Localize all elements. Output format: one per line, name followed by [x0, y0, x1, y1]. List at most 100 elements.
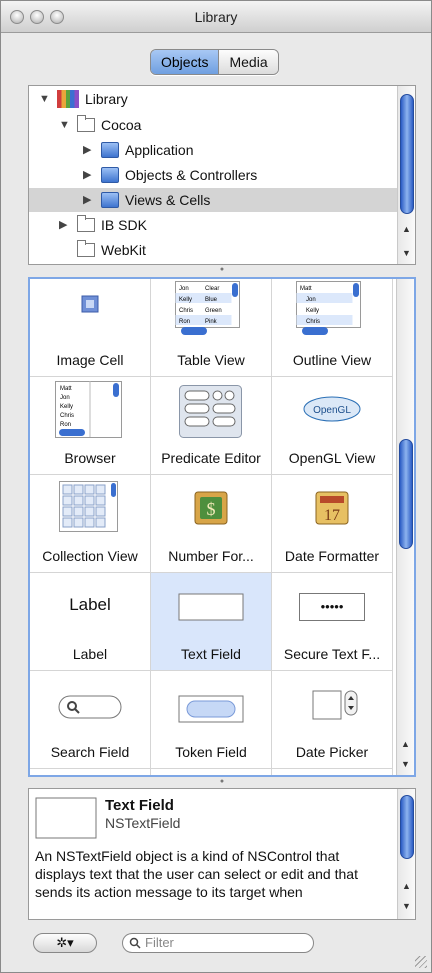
detail-scroll-thumb[interactable]: [400, 795, 414, 859]
object-number-formatter[interactable]: $ Number For...: [151, 475, 272, 573]
svg-text:Jon: Jon: [306, 297, 316, 303]
object-opengl-view[interactable]: OpenGL OpenGL View: [272, 377, 393, 475]
svg-text:Kelly: Kelly: [306, 308, 319, 314]
tree-item-webkit[interactable]: WebKit: [77, 237, 146, 263]
blue-group-icon: [101, 192, 119, 208]
tree-item-library[interactable]: ▼ Library: [39, 86, 128, 112]
object-text-field[interactable]: Text Field: [151, 573, 272, 671]
object-label: Date Formatter: [284, 548, 380, 564]
object-label: Number For...: [168, 548, 254, 564]
svg-text:Chris: Chris: [306, 319, 320, 325]
disclosure-closed-icon[interactable]: ▶: [83, 187, 95, 213]
objects-tab[interactable]: Objects: [151, 50, 219, 74]
outline-view-icon: Matt Jon Kelly Chris: [296, 281, 361, 335]
svg-text:Kelly: Kelly: [60, 404, 73, 410]
object-grid-scroll-thumb[interactable]: [399, 439, 413, 549]
object-label: Outline View: [292, 352, 372, 368]
tree-item-label: Objects & Controllers: [125, 167, 258, 183]
search-icon: [129, 937, 141, 949]
scroll-down-arrow-icon[interactable]: ▼: [398, 899, 415, 913]
folder-icon: [77, 240, 95, 257]
svg-text:Jon: Jon: [60, 395, 70, 401]
tree-scroll-thumb[interactable]: [400, 94, 414, 214]
svg-text:OpenGL: OpenGL: [313, 405, 351, 416]
object-label: Label: [72, 646, 108, 662]
object-table-view[interactable]: Jon Clear Kelly Blue Chris Green Ron Pin…: [151, 279, 272, 377]
tree-item-ib-sdk[interactable]: ▶ IB SDK: [59, 212, 147, 238]
predicate-editor-icon: [179, 385, 242, 438]
tree-item-label: Library: [85, 91, 128, 107]
action-menu-button[interactable]: ✲▾: [33, 933, 97, 953]
blue-group-icon: [101, 142, 119, 158]
image-cell-icon: [81, 295, 99, 313]
object-grid-scrollbar[interactable]: ▲ ▼: [396, 279, 414, 775]
calendar-formatter-icon: 17: [315, 491, 349, 525]
object-collection-view[interactable]: Collection View: [30, 475, 151, 573]
disclosure-closed-icon[interactable]: ▶: [59, 212, 71, 238]
tree-item-label: WebKit: [101, 242, 146, 258]
object-partial-row: [30, 769, 151, 775]
svg-text:Chris: Chris: [60, 413, 74, 419]
object-date-picker[interactable]: Date Picker: [272, 671, 393, 769]
svg-text:Pink: Pink: [205, 319, 218, 325]
table-view-icon: Jon Clear Kelly Blue Chris Green Ron Pin…: [175, 281, 240, 335]
split-handle[interactable]: ●: [28, 778, 416, 785]
object-predicate-editor[interactable]: Predicate Editor: [151, 377, 272, 475]
tree-item-label: IB SDK: [101, 217, 147, 233]
svg-text:Blue: Blue: [205, 297, 218, 303]
scroll-up-arrow-icon[interactable]: ▲: [398, 879, 415, 893]
svg-text:$: $: [207, 499, 216, 519]
label-preview-text: Label: [69, 595, 111, 614]
object-label: Date Picker: [295, 744, 369, 760]
scroll-down-arrow-icon[interactable]: ▼: [397, 757, 414, 771]
object-image-cell[interactable]: Image Cell: [30, 279, 151, 377]
scroll-down-arrow-icon[interactable]: ▼: [398, 246, 415, 260]
gear-icon: ✲▾: [56, 935, 74, 950]
library-window: Library Objects Media ▼ Library ▼ Cocoa …: [0, 0, 432, 973]
svg-text:Green: Green: [205, 308, 222, 314]
svg-text:Jon: Jon: [179, 286, 189, 292]
filter-search-field[interactable]: Filter: [122, 933, 314, 953]
tree-item-objects-controllers[interactable]: ▶ Objects & Controllers: [83, 162, 257, 188]
tree-item-views-cells[interactable]: ▶ Views & Cells: [83, 187, 210, 213]
search-field-icon: [58, 695, 122, 719]
detail-scrollbar[interactable]: ▲ ▼: [397, 789, 415, 919]
tree-item-application[interactable]: ▶ Application: [83, 137, 194, 163]
media-tab[interactable]: Media: [218, 50, 278, 74]
disclosure-closed-icon[interactable]: ▶: [83, 162, 95, 188]
svg-text:Matt: Matt: [60, 386, 72, 392]
disclosure-open-icon[interactable]: ▼: [59, 112, 71, 138]
svg-text:Kelly: Kelly: [179, 297, 192, 303]
resize-grip[interactable]: [415, 956, 427, 968]
tree-item-cocoa[interactable]: ▼ Cocoa: [59, 112, 141, 138]
object-outline-view[interactable]: Matt Jon Kelly Chris Outline View: [272, 279, 393, 377]
tree-item-label: Application: [125, 142, 194, 158]
date-picker-icon: [312, 690, 358, 720]
disclosure-closed-icon[interactable]: ▶: [83, 137, 95, 163]
detail-title: Text Field: [105, 797, 174, 814]
object-search-field[interactable]: Search Field: [30, 671, 151, 769]
detail-description: An NSTextField object is a kind of NSCon…: [35, 848, 358, 900]
folder-icon: [77, 215, 95, 232]
scroll-up-arrow-icon[interactable]: ▲: [398, 222, 415, 236]
svg-text:Clear: Clear: [205, 286, 219, 292]
object-date-formatter[interactable]: 17 Date Formatter: [272, 475, 393, 573]
svg-text:Ron: Ron: [60, 422, 71, 428]
object-label: Text Field: [181, 646, 241, 662]
object-label: Predicate Editor: [161, 450, 261, 466]
split-handle[interactable]: ●: [28, 266, 416, 273]
svg-text:Chris: Chris: [179, 308, 193, 314]
tree-item-label: Cocoa: [101, 117, 142, 133]
window-title: Library: [194, 9, 238, 25]
object-browser[interactable]: Matt Jon Kelly Chris Ron Browser: [30, 377, 151, 475]
object-token-field[interactable]: Token Field: [151, 671, 272, 769]
tree-item-label: Views & Cells: [125, 192, 211, 208]
tree-scrollbar[interactable]: ▲ ▼: [397, 86, 415, 264]
object-label-item[interactable]: Label Label: [30, 573, 151, 671]
filter-placeholder: Filter: [145, 935, 174, 950]
scroll-up-arrow-icon[interactable]: ▲: [397, 737, 414, 751]
disclosure-open-icon[interactable]: ▼: [39, 86, 51, 112]
object-secure-text-field[interactable]: ••••• Secure Text F...: [272, 573, 393, 671]
token-field-icon: [178, 695, 244, 723]
library-tree: ▼ Library ▼ Cocoa ▶ Application ▶ Object…: [28, 85, 416, 265]
